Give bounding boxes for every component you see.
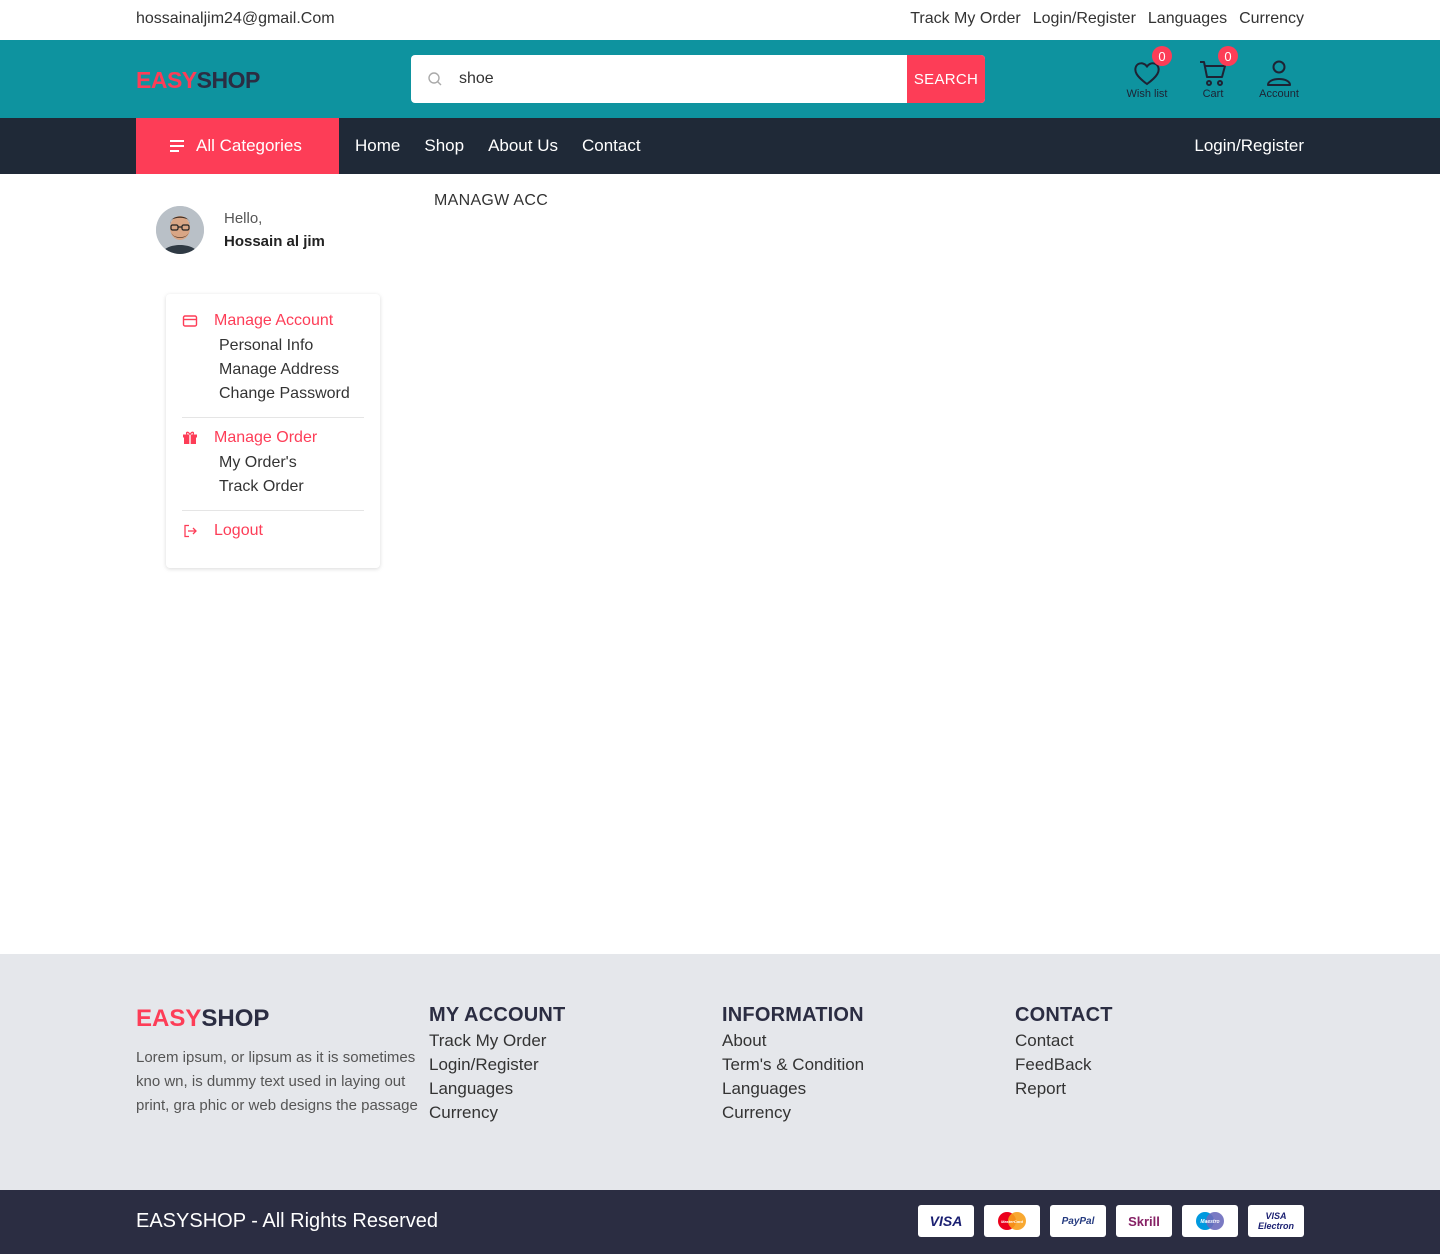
all-categories-label: All Categories — [196, 136, 302, 155]
search-button[interactable]: SEARCH — [907, 55, 985, 103]
nav-link-about-us[interactable]: About Us — [488, 136, 558, 156]
logout-label: Logout — [214, 522, 263, 539]
bottom-bar: EASYSHOP - All Rights Reserved VISA Mast… — [0, 1190, 1440, 1254]
top-link-currency[interactable]: Currency — [1239, 10, 1304, 28]
maestro-icon: Maestro — [1182, 1205, 1238, 1237]
nav-links: Home Shop About Us Contact — [355, 118, 641, 174]
footer-column-title: MY ACCOUNT — [429, 1004, 566, 1026]
visa-icon: VISA — [918, 1205, 974, 1237]
logout-link[interactable]: Logout — [182, 520, 364, 542]
nav-link-contact[interactable]: Contact — [582, 136, 641, 156]
footer-link-currency[interactable]: Currency — [722, 1101, 864, 1125]
manage-order-link[interactable]: Manage Order — [182, 427, 364, 449]
page-title: MANAGW ACC — [434, 192, 549, 209]
footer-column-information: INFORMATION About Term's & Condition Lan… — [722, 1004, 864, 1125]
account-sidebar: Manage Account Personal Info Manage Addr… — [166, 294, 380, 568]
top-links: Track My Order Login/Register Languages … — [910, 10, 1304, 28]
cart-label: Cart — [1202, 88, 1224, 100]
footer-logo[interactable]: EASYSHOP — [136, 1005, 269, 1033]
svg-text:Maestro: Maestro — [1200, 1219, 1219, 1225]
main-nav: All Categories Home Shop About Us Contac… — [0, 118, 1440, 174]
user-name: Hossain al jim — [224, 233, 325, 250]
top-bar: hossainaljim24@gmail.Com Track My Order … — [0, 0, 1440, 40]
top-link-login-register[interactable]: Login/Register — [1033, 10, 1136, 28]
manage-order-section: Manage Order My Order's Track Order — [182, 427, 364, 499]
site-logo[interactable]: EASYSHOP — [136, 67, 260, 94]
mastercard-icon: MasterCard — [984, 1205, 1040, 1237]
footer-column-title: INFORMATION — [722, 1004, 864, 1026]
wishlist-count-badge: 0 — [1152, 46, 1172, 66]
menu-icon — [170, 140, 184, 152]
footer: EASYSHOP Lorem ipsum, or lipsum as it is… — [0, 954, 1440, 1190]
footer-link-languages[interactable]: Languages — [722, 1077, 864, 1101]
footer-logo-part-shop: SHOP — [201, 1005, 270, 1032]
svg-text:MasterCard: MasterCard — [1001, 1219, 1024, 1224]
footer-link-feedback[interactable]: FeedBack — [1015, 1053, 1113, 1077]
greeting-text: Hello, — [224, 210, 263, 227]
top-link-track-order[interactable]: Track My Order — [910, 10, 1021, 28]
user-profile: Hello, Hossain al jim — [156, 206, 325, 254]
logout-section: Logout — [182, 520, 364, 542]
gift-icon — [183, 431, 197, 444]
visa-electron-icon: VISA Electron — [1248, 1205, 1304, 1237]
footer-link-currency[interactable]: Currency — [429, 1101, 565, 1125]
logout-icon — [184, 524, 197, 538]
account-button[interactable]: Account — [1254, 50, 1304, 100]
credit-card-icon — [182, 315, 198, 327]
wishlist-label: Wish list — [1126, 88, 1168, 100]
manage-account-section: Manage Account Personal Info Manage Addr… — [182, 310, 364, 406]
change-password-link[interactable]: Change Password — [182, 382, 364, 406]
divider — [182, 510, 364, 511]
footer-column-my-account: MY ACCOUNT Track My Order Login/Register… — [429, 1004, 565, 1125]
footer-logo-part-easy: EASY — [136, 1005, 202, 1032]
manage-address-link[interactable]: Manage Address — [182, 358, 364, 382]
manage-order-label: Manage Order — [214, 429, 318, 446]
user-icon — [1267, 60, 1291, 86]
footer-link-terms[interactable]: Term's & Condition — [722, 1053, 864, 1077]
footer-description: Lorem ipsum, or lipsum as it is sometime… — [136, 1049, 418, 1114]
top-link-languages[interactable]: Languages — [1148, 10, 1227, 28]
manage-account-label: Manage Account — [214, 312, 334, 329]
header: EASYSHOP SEARCH Wish list 0 Cart 0 Accou… — [0, 40, 1440, 118]
contact-email: hossainaljim24@gmail.Com — [136, 10, 335, 27]
personal-info-link[interactable]: Personal Info — [182, 334, 364, 358]
my-orders-link[interactable]: My Order's — [182, 451, 364, 475]
footer-link-track-order[interactable]: Track My Order — [429, 1029, 565, 1053]
footer-column-contact: CONTACT Contact FeedBack Report — [1015, 1004, 1113, 1101]
footer-link-about[interactable]: About — [722, 1029, 864, 1053]
paypal-icon: PayPal — [1050, 1205, 1106, 1237]
cart-button[interactable]: Cart 0 — [1188, 46, 1238, 100]
manage-account-link[interactable]: Manage Account — [182, 310, 364, 332]
all-categories-button[interactable]: All Categories — [136, 118, 339, 174]
skrill-icon: Skrill — [1116, 1205, 1172, 1237]
cart-count-badge: 0 — [1218, 46, 1238, 66]
avatar — [156, 206, 204, 254]
search-input[interactable] — [459, 55, 907, 103]
track-order-link[interactable]: Track Order — [182, 475, 364, 499]
search-bar: SEARCH — [411, 55, 985, 103]
footer-link-report[interactable]: Report — [1015, 1077, 1113, 1101]
logo-part-shop: SHOP — [196, 67, 261, 93]
nav-link-home[interactable]: Home — [355, 136, 400, 156]
search-icon — [411, 55, 459, 103]
nav-login-register[interactable]: Login/Register — [1194, 118, 1304, 174]
footer-column-title: CONTACT — [1015, 1004, 1113, 1026]
header-icons: Wish list 0 Cart 0 Account — [1122, 46, 1304, 100]
footer-link-contact[interactable]: Contact — [1015, 1029, 1113, 1053]
footer-link-login-register[interactable]: Login/Register — [429, 1053, 565, 1077]
payment-methods: VISA MasterCard PayPal Skrill Maestro VI… — [918, 1205, 1304, 1237]
copyright-text: EASYSHOP - All Rights Reserved — [136, 1210, 438, 1232]
divider — [182, 417, 364, 418]
wishlist-button[interactable]: Wish list 0 — [1122, 46, 1172, 100]
account-label: Account — [1259, 88, 1299, 100]
nav-link-shop[interactable]: Shop — [424, 136, 464, 156]
footer-link-languages[interactable]: Languages — [429, 1077, 565, 1101]
logo-part-easy: EASY — [136, 67, 197, 93]
